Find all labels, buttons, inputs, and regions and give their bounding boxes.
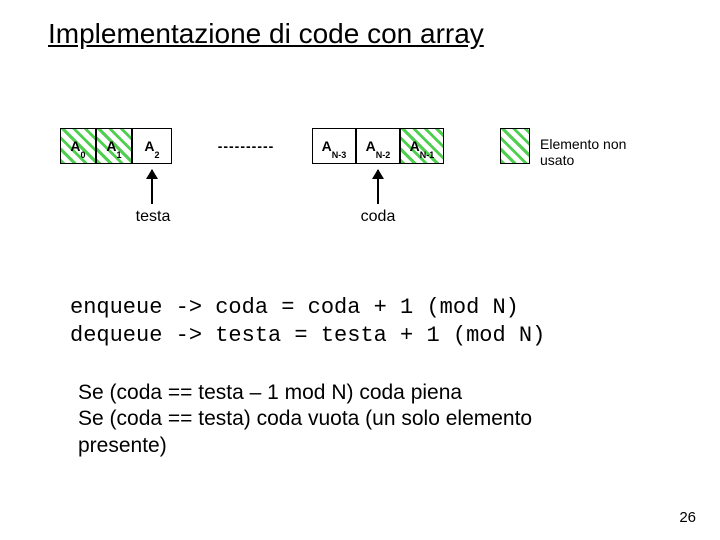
cell-a1-A: A: [106, 138, 116, 154]
label-coda: coda: [356, 208, 400, 226]
cell-a2: A2: [132, 128, 172, 164]
legend-label: Elemento non usato: [540, 136, 660, 168]
cell-a1-sub: 1: [117, 150, 122, 160]
cell-an1-A: A: [410, 138, 420, 154]
ellipsis: ----------: [196, 128, 296, 164]
cell-a0-A: A: [70, 138, 80, 154]
page-number: 26: [679, 509, 696, 526]
note-line1: Se (coda == testa – 1 mod N) coda piena: [78, 380, 532, 406]
cell-an3: AN-3: [312, 128, 356, 164]
code-block: enqueue -> coda = coda + 1 (mod N) deque…: [70, 294, 545, 349]
code-line2: dequeue -> testa = testa + 1 (mod N): [70, 323, 545, 348]
cell-a2-A: A: [144, 138, 154, 154]
cell-an2-A: A: [366, 138, 376, 154]
code-line1: enqueue -> coda = coda + 1 (mod N): [70, 295, 519, 320]
cell-a2-sub: 2: [155, 150, 160, 160]
cell-a1: A1: [96, 128, 132, 164]
cell-an2-sub: N-2: [376, 150, 391, 160]
cell-a0-sub: 0: [81, 150, 86, 160]
cell-an3-A: A: [322, 138, 332, 154]
note-line2: Se (coda == testa) coda vuota (un solo e…: [78, 406, 532, 432]
cell-a0: A0: [60, 128, 96, 164]
cell-an1-sub: N-1: [420, 150, 435, 160]
array-diagram: A0 A1 A2 ---------- AN-3 AN-2 AN-1 Eleme…: [60, 128, 660, 248]
slide-root: Implementazione di code con array A0 A1 …: [0, 0, 720, 540]
cell-an1: AN-1: [400, 128, 444, 164]
arrow-coda: [377, 170, 379, 204]
note-block: Se (coda == testa – 1 mod N) coda piena …: [78, 380, 532, 459]
cell-an2: AN-2: [356, 128, 400, 164]
note-line3: presente): [78, 433, 532, 459]
arrow-testa: [151, 170, 153, 204]
legend-swatch: [500, 128, 530, 164]
slide-title: Implementazione di code con array: [48, 18, 484, 50]
cell-an3-sub: N-3: [332, 150, 347, 160]
label-testa: testa: [128, 208, 178, 226]
